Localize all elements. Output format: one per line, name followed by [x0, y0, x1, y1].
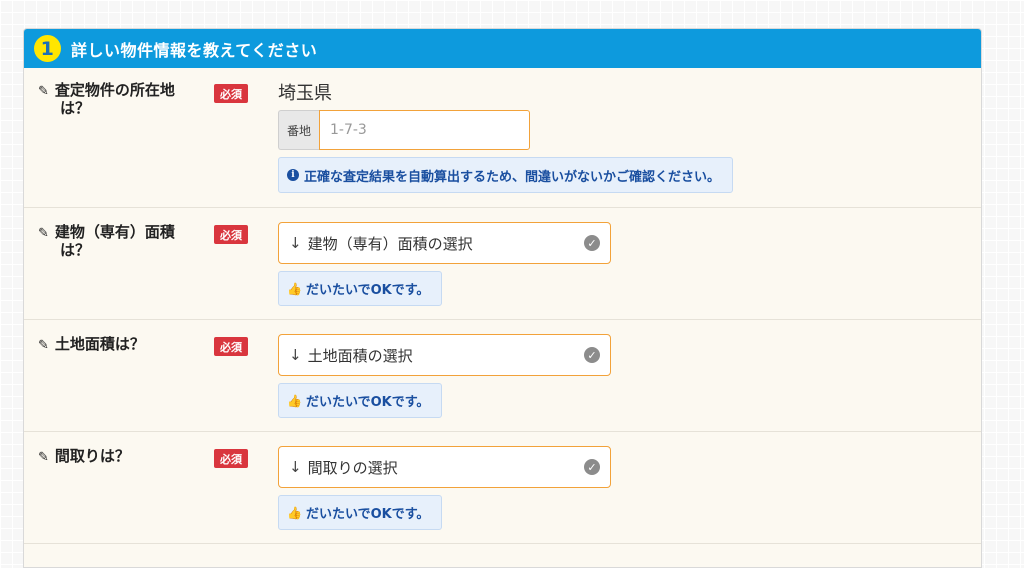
building-area-label: ✎ 建物（専有）面積 は？	[38, 224, 198, 259]
land-area-label-text: 土地面積は？	[54, 335, 145, 353]
building-area-ok-note: 👍 だいたいでOKです。	[278, 271, 443, 306]
location-note-text: 正確な査定結果を自動算出するため、間違いがないかご確認ください。	[304, 169, 721, 185]
building-area-select[interactable]: ↓ 建物（専有）面積の選択 ✓	[278, 222, 611, 264]
floor-plan-label: ✎ 間取りは？	[38, 448, 198, 466]
arrow-down-icon: ↓	[289, 458, 302, 476]
land-area-note-text: だいたいでOKです。	[305, 395, 430, 410]
pencil-icon: ✎	[38, 450, 49, 465]
thumbs-up-icon: 👍	[287, 393, 302, 408]
location-row: ✎ 査定物件の所在地 は？ 必須 埼玉県 番地 i 正確な査定結果を自動算出するた…	[24, 68, 981, 208]
pencil-icon: ✎	[38, 338, 49, 353]
panel-header: 1 詳しい物件情報を教えてください	[24, 29, 981, 68]
required-badge: 必須	[214, 449, 248, 468]
info-icon: i	[287, 169, 299, 181]
land-area-ok-note: 👍 だいたいでOKです。	[278, 383, 443, 418]
location-label-line2: は？	[60, 99, 91, 117]
property-info-panel: 1 詳しい物件情報を教えてください ✎ 査定物件の所在地 は？ 必須 埼玉県 番地…	[23, 28, 982, 568]
required-badge: 必須	[214, 337, 248, 356]
land-area-label: ✎ 土地面積は？	[38, 336, 198, 354]
floor-plan-ok-note: 👍 だいたいでOKです。	[278, 495, 443, 530]
address-prefix: 番地	[278, 110, 319, 150]
building-area-label-line1: 建物（専有）面積	[54, 223, 175, 241]
floor-plan-select-value: 間取りの選択	[307, 458, 398, 477]
location-label: ✎ 査定物件の所在地 は？	[38, 82, 198, 117]
address-input[interactable]	[319, 110, 530, 150]
land-area-select-value: 土地面積の選択	[307, 346, 413, 365]
arrow-down-icon: ↓	[289, 346, 302, 364]
arrow-down-icon: ↓	[289, 234, 302, 252]
address-input-group: 番地	[278, 110, 530, 150]
pencil-icon: ✎	[38, 226, 49, 241]
land-area-select[interactable]: ↓ 土地面積の選択 ✓	[278, 334, 611, 376]
required-badge: 必須	[214, 84, 248, 103]
pencil-icon: ✎	[38, 84, 49, 99]
prefecture-value: 埼玉県	[278, 83, 332, 104]
step-number-badge: 1	[34, 35, 61, 62]
floor-plan-label-text: 間取りは？	[54, 447, 130, 465]
panel-title: 詳しい物件情報を教えてください	[71, 40, 318, 60]
thumbs-up-icon: 👍	[287, 281, 302, 296]
building-area-select-value: 建物（専有）面積の選択	[307, 234, 473, 253]
check-circle-icon: ✓	[584, 459, 600, 475]
check-circle-icon: ✓	[584, 235, 600, 251]
location-info-note: i 正確な査定結果を自動算出するため、間違いがないかご確認ください。	[278, 157, 734, 193]
building-area-label-line2: は？	[60, 241, 91, 259]
thumbs-up-icon: 👍	[287, 505, 302, 520]
land-area-row: ✎ 土地面積は？ 必須 ↓ 土地面積の選択 ✓ 👍 だいたいでOKです。	[24, 320, 981, 432]
floor-plan-row: ✎ 間取りは？ 必須 ↓ 間取りの選択 ✓ 👍 だいたいでOKです。	[24, 432, 981, 544]
check-circle-icon: ✓	[584, 347, 600, 363]
floor-plan-note-text: だいたいでOKです。	[305, 507, 430, 522]
required-badge: 必須	[214, 225, 248, 244]
location-label-line1: 査定物件の所在地	[54, 81, 175, 99]
building-area-row: ✎ 建物（専有）面積 は？ 必須 ↓ 建物（専有）面積の選択 ✓ 👍 だいたいでO…	[24, 208, 981, 320]
building-area-note-text: だいたいでOKです。	[305, 283, 430, 298]
floor-plan-select[interactable]: ↓ 間取りの選択 ✓	[278, 446, 611, 488]
